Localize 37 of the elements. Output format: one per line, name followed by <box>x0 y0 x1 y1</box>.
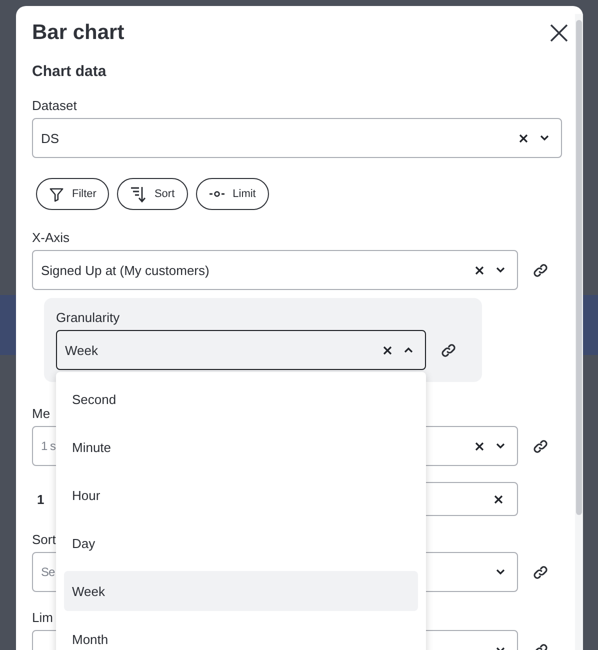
field-label: Lim <box>32 609 53 627</box>
clear-icon <box>383 346 392 354</box>
chevron-down-icon <box>540 135 549 141</box>
field-label: Sort <box>32 531 56 549</box>
close-button[interactable] <box>548 22 570 44</box>
select-field[interactable]: DS <box>32 118 562 158</box>
sort-icon <box>130 186 146 202</box>
dropdown-option[interactable]: Week <box>64 571 418 611</box>
link-icon <box>532 438 548 454</box>
clear-icon <box>475 266 484 274</box>
field-label: Me <box>32 405 50 423</box>
query-button[interactable]: Filter <box>36 178 110 210</box>
field-label: Granularity <box>56 309 120 327</box>
chevron-down-icon <box>496 443 505 449</box>
clear-icon <box>475 442 484 450</box>
clear-icon <box>494 494 503 504</box>
link-icon <box>440 342 456 358</box>
funnel-icon <box>49 186 64 202</box>
limit-icon <box>208 190 225 198</box>
item-number: 1 <box>36 492 46 506</box>
dialog-title: Bar chart <box>32 20 124 46</box>
field-label: X-Axis <box>32 229 70 247</box>
select-field[interactable]: Week <box>56 330 426 370</box>
clear-icon <box>519 134 528 142</box>
chevron-down-icon <box>496 267 505 273</box>
query-button[interactable]: Sort <box>117 178 188 210</box>
scrollbar[interactable] <box>575 14 583 650</box>
field-label: Dataset <box>32 97 77 115</box>
close-icon <box>550 24 568 42</box>
scroll-thumb[interactable] <box>576 20 582 515</box>
link-icon <box>532 564 548 580</box>
query-button[interactable]: Limit <box>196 178 269 210</box>
chevron-down-icon <box>496 569 505 575</box>
chevron-up-icon <box>404 347 413 353</box>
section-heading: Chart data <box>32 63 108 81</box>
select-field[interactable]: Signed Up at (My customers) <box>32 250 518 290</box>
link-icon <box>532 262 548 278</box>
